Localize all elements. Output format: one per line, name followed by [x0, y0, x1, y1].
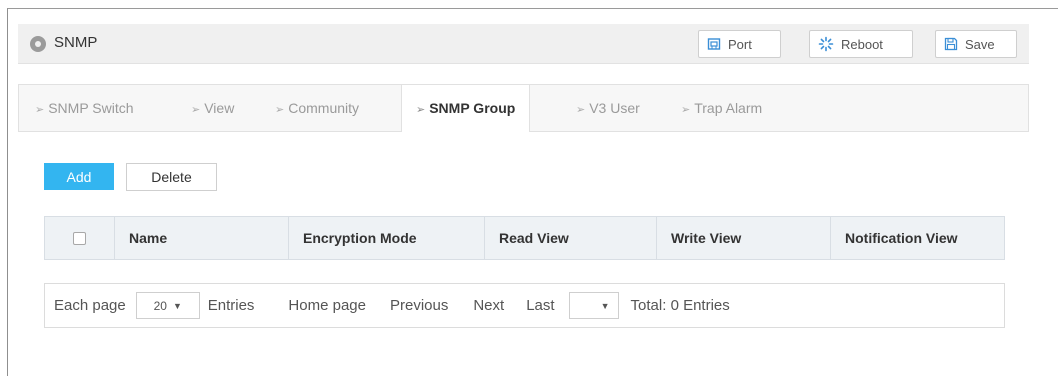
page-size-select[interactable]: 20 ▼ — [135, 292, 200, 319]
add-button[interactable]: Add — [44, 163, 114, 190]
chevron-right-icon: ➢ — [275, 104, 285, 116]
tab-label: SNMP Group — [429, 100, 516, 116]
chevron-right-icon: ➢ — [191, 104, 201, 116]
tab-snmp-group[interactable]: ➢ SNMP Group — [401, 85, 531, 132]
snmp-group-table: Name Encryption Mode Read View Write Vie… — [44, 216, 1005, 260]
tab-view[interactable]: ➢ View — [191, 85, 234, 131]
select-all-cell — [45, 217, 115, 259]
tab-bar: ➢ SNMP Switch ➢ View ➢ Community ➢ SNMP Grou… — [18, 84, 1029, 132]
tab-v3-user[interactable]: ➢ V3 User — [576, 85, 640, 131]
chevron-right-icon: ➢ — [416, 104, 426, 116]
tab-label: SNMP Switch — [48, 100, 134, 116]
title-bar: SNMP Port Reboot Save — [18, 24, 1029, 64]
chevron-right-icon: ➢ — [681, 104, 691, 116]
location-pin-icon — [30, 36, 46, 52]
port-button[interactable]: Port — [698, 30, 781, 58]
column-header-name[interactable]: Name — [115, 217, 289, 259]
tab-snmp-switch[interactable]: ➢ SNMP Switch — [35, 85, 134, 131]
page-title: SNMP — [54, 34, 98, 51]
pagination-bar: Each page 20 ▼ Entries Home page Previou… — [44, 283, 1005, 328]
tab-label: V3 User — [589, 100, 640, 116]
tab-label: View — [204, 100, 235, 116]
page-number-select[interactable]: ▼ — [568, 292, 619, 319]
dropdown-arrow-icon: ▼ — [172, 300, 182, 311]
dropdown-arrow-icon: ▼ — [600, 300, 610, 311]
reboot-button-label: Reboot — [841, 36, 883, 52]
home-page-link[interactable]: Home page — [288, 297, 366, 314]
column-header-read-view[interactable]: Read View — [485, 217, 657, 259]
each-page-label: Each page — [54, 297, 126, 314]
save-button[interactable]: Save — [935, 30, 1017, 58]
previous-page-link[interactable]: Previous — [390, 297, 448, 314]
delete-button[interactable]: Delete — [126, 163, 217, 191]
total-entries-label: Total: 0 Entries — [630, 297, 730, 314]
tab-label: Community — [288, 100, 360, 116]
reboot-button[interactable]: Reboot — [809, 30, 913, 58]
save-icon — [944, 37, 958, 51]
reboot-icon — [818, 36, 834, 52]
chevron-right-icon: ➢ — [576, 104, 586, 116]
entries-label: Entries — [207, 297, 255, 314]
port-button-label: Port — [728, 36, 752, 52]
column-header-notification-view[interactable]: Notification View — [831, 217, 1004, 259]
tab-trap-alarm[interactable]: ➢ Trap Alarm — [681, 85, 762, 131]
chevron-right-icon: ➢ — [35, 104, 45, 116]
column-header-write-view[interactable]: Write View — [657, 217, 831, 259]
tab-community[interactable]: ➢ Community — [275, 85, 359, 131]
port-icon — [707, 38, 721, 50]
column-header-encryption-mode[interactable]: Encryption Mode — [289, 217, 485, 259]
last-page-link[interactable]: Last — [526, 297, 554, 314]
next-page-link[interactable]: Next — [473, 297, 504, 314]
page-size-value: 20 — [153, 298, 167, 313]
select-all-checkbox[interactable] — [73, 231, 86, 245]
tab-label: Trap Alarm — [694, 100, 763, 116]
save-button-label: Save — [965, 36, 995, 52]
